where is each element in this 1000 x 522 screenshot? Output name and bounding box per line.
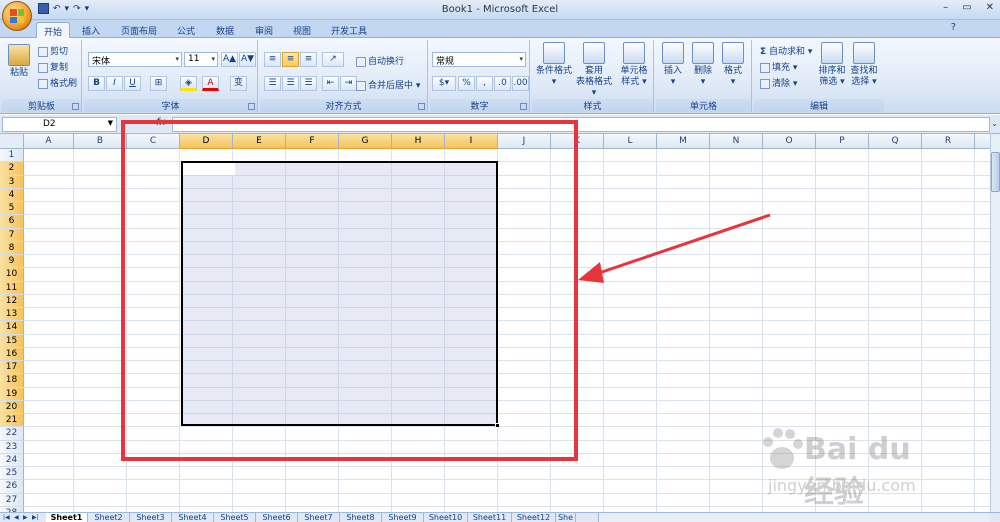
sheet-tab-she[interactable]: She <box>556 513 576 522</box>
sheet-tab-sheet9[interactable]: Sheet9 <box>382 513 424 522</box>
sheet-tab-sheet10[interactable]: Sheet10 <box>424 513 468 522</box>
sheet-tab-sheet3[interactable]: Sheet3 <box>130 513 172 522</box>
office-logo-icon <box>10 9 24 23</box>
first-sheet-icon[interactable]: |◀ <box>3 514 10 521</box>
office-button[interactable] <box>2 1 32 31</box>
sheet-tab-sheet11[interactable]: Sheet11 <box>468 513 512 522</box>
horizontal-scrollbar[interactable] <box>598 513 990 522</box>
sheet-tab-sheet4[interactable]: Sheet4 <box>172 513 214 522</box>
sheet-tab-sheet1[interactable]: Sheet1 <box>46 513 88 522</box>
sheet-tab-sheet2[interactable]: Sheet2 <box>88 513 130 522</box>
sheet-tab-sheet8[interactable]: Sheet8 <box>340 513 382 522</box>
prev-sheet-icon[interactable]: ◀ <box>14 514 19 521</box>
sheet-tab-sheet12[interactable]: Sheet12 <box>512 513 556 522</box>
sheet-tab-sheet6[interactable]: Sheet6 <box>256 513 298 522</box>
sheet-tab-sheet7[interactable]: Sheet7 <box>298 513 340 522</box>
last-sheet-icon[interactable]: ▶| <box>32 514 39 521</box>
sheet-tab-sheet5[interactable]: Sheet5 <box>214 513 256 522</box>
annotation-arrow <box>578 213 771 283</box>
next-sheet-icon[interactable]: ▶ <box>23 514 28 521</box>
excel-window: Book1 - Microsoft Excel ↶ ▾ ↷ ▾ – ▭ ✕ 开始… <box>0 0 1000 522</box>
